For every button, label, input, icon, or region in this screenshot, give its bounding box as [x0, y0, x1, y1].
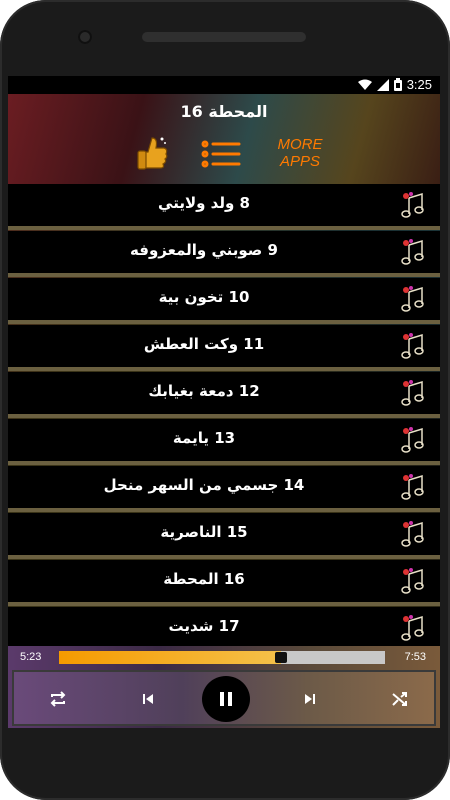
front-camera: [78, 30, 92, 44]
seek-progress: [59, 651, 281, 664]
rate-app-button[interactable]: [134, 134, 170, 172]
player-bar: 5:23 7:53: [8, 646, 440, 728]
list-item[interactable]: 15 الناصرية: [8, 513, 440, 559]
status-bar: 3:25: [8, 76, 440, 94]
signal-icon: [376, 78, 389, 91]
elapsed-time: 5:23: [20, 651, 42, 663]
seek-thumb[interactable]: [274, 652, 287, 663]
skip-previous-icon: [143, 694, 153, 704]
previous-button[interactable]: [138, 689, 158, 709]
music-note-icon: [401, 521, 424, 547]
more-apps-line2: APPS: [279, 153, 321, 170]
phone-frame: 3:25 16 المحطة MORE APPS 8 ولد ولايتي 9 …: [0, 0, 450, 800]
track-title: 14 جسمي من السهر منحل: [103, 476, 305, 494]
shuffle-button[interactable]: [390, 689, 410, 709]
music-note-icon: [401, 380, 424, 406]
music-note-icon: [401, 333, 424, 359]
music-note-icon: [401, 286, 424, 312]
seek-bar[interactable]: [59, 651, 385, 664]
pause-icon: [220, 692, 232, 706]
status-icons: 3:25: [357, 77, 432, 92]
list-item[interactable]: 10 تخون بية: [8, 278, 440, 324]
app-header: 16 المحطة MORE APPS: [8, 94, 440, 184]
wifi-icon: [357, 79, 372, 90]
track-title: 11 وكت العطش: [143, 335, 265, 353]
playlist-icon: [201, 140, 241, 168]
track-title: 10 تخون بية: [158, 288, 250, 306]
battery-icon: [393, 78, 402, 91]
music-note-icon: [401, 615, 424, 641]
music-note-icon: [401, 474, 424, 500]
track-title: 8 ولد ولايتي: [158, 194, 250, 212]
skip-next-icon: [305, 694, 315, 704]
list-item[interactable]: 16 المحطة: [8, 560, 440, 606]
list-item[interactable]: 14 جسمي من السهر منحل: [8, 466, 440, 512]
track-title: 9 صوبني والمعزوفه: [130, 241, 278, 259]
track-title: 12 دمعة بغيابك: [148, 382, 260, 400]
header-actions: MORE APPS: [8, 134, 440, 174]
app-screen: 3:25 16 المحطة MORE APPS 8 ولد ولايتي 9 …: [8, 76, 440, 728]
music-note-icon: [401, 427, 424, 453]
pause-button[interactable]: [202, 676, 250, 722]
track-title: 13 يايمة: [172, 429, 236, 447]
more-apps-button[interactable]: MORE APPS: [270, 136, 330, 170]
track-title: 17 شديت: [168, 617, 240, 635]
repeat-button[interactable]: [48, 689, 68, 709]
track-title: 16 المحطة: [163, 570, 245, 588]
repeat-icon: [50, 691, 66, 707]
playlist-button[interactable]: [201, 138, 243, 170]
music-note-icon: [401, 239, 424, 265]
now-playing-title: 16 المحطة: [180, 102, 268, 121]
music-note-icon: [401, 568, 424, 594]
thumbs-up-icon: [137, 137, 168, 170]
list-item[interactable]: 9 صوبني والمعزوفه: [8, 231, 440, 277]
list-item[interactable]: 8 ولد ولايتي: [8, 184, 440, 230]
track-title: 15 الناصرية: [160, 523, 248, 541]
more-apps-line1: MORE: [277, 136, 323, 153]
shuffle-icon: [392, 692, 407, 706]
total-duration: 7:53: [404, 651, 426, 663]
music-note-icon: [401, 192, 424, 218]
earpiece-speaker: [142, 32, 306, 42]
list-item[interactable]: 12 دمعة بغيابك: [8, 372, 440, 418]
next-button[interactable]: [300, 689, 320, 709]
list-item[interactable]: 11 وكت العطش: [8, 325, 440, 371]
list-item[interactable]: 13 يايمة: [8, 419, 440, 465]
status-time: 3:25: [406, 77, 432, 92]
playback-controls: [12, 670, 436, 726]
